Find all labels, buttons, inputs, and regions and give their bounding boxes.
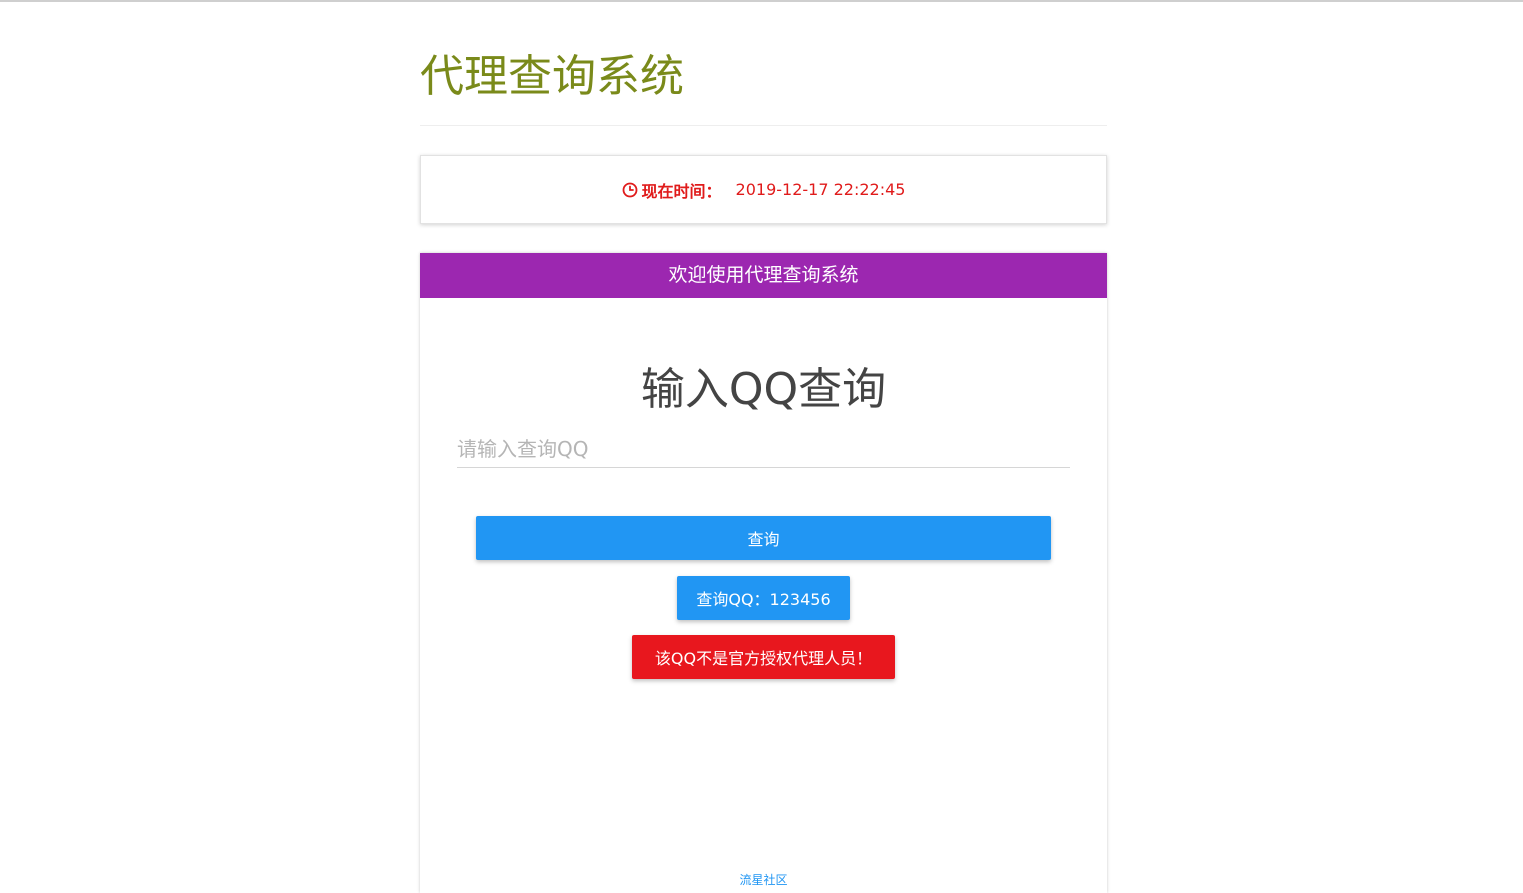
time-label: 现在时间： <box>641 181 722 201</box>
clock-icon <box>622 182 637 197</box>
queried-qq-badge[interactable]: 查询QQ：123456 <box>677 576 850 620</box>
page-title: 代理查询系统 <box>420 51 684 102</box>
card-header: 欢迎使用代理查询系统 <box>420 253 1107 298</box>
top-border <box>0 0 1523 2</box>
query-card: 欢迎使用代理查询系统 输入QQ查询 查询 查询QQ：123456 该QQ不是官方… <box>420 253 1107 893</box>
qq-input[interactable] <box>457 431 1070 468</box>
title-divider <box>420 125 1107 126</box>
not-authorized-alert[interactable]: 该QQ不是官方授权代理人员！ <box>632 635 895 679</box>
query-heading: 输入QQ查询 <box>640 364 887 415</box>
footer-link[interactable]: 流星社区 <box>420 871 1107 888</box>
query-button[interactable]: 查询 <box>476 516 1051 560</box>
time-value: 2019-12-17 22:22:45 <box>735 180 906 199</box>
time-card: 现在时间： 2019-12-17 22:22:45 <box>420 155 1107 224</box>
